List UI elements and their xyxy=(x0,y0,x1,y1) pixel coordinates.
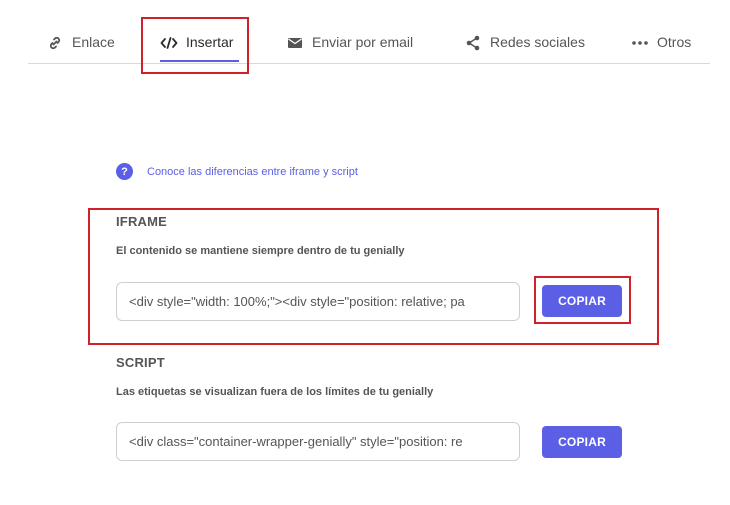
tab-enlace-label: Enlace xyxy=(72,34,115,50)
tab-redes-sociales[interactable]: Redes sociales xyxy=(464,34,585,60)
highlight-box-copy-button xyxy=(534,276,631,324)
more-dots-icon xyxy=(631,34,649,52)
script-title: SCRIPT xyxy=(116,355,165,370)
tab-otros-label: Otros xyxy=(657,34,692,50)
iframe-title: IFRAME xyxy=(116,214,168,229)
question-circle-icon: ? xyxy=(116,163,133,180)
email-icon xyxy=(286,34,304,52)
share-icon xyxy=(464,34,482,52)
tab-otros[interactable]: Otros xyxy=(631,34,691,60)
tab-redes-sociales-label: Redes sociales xyxy=(490,34,585,50)
script-description: Las etiquetas se visualizan fuera de los… xyxy=(116,386,434,398)
tab-enlace[interactable]: Enlace xyxy=(46,34,115,60)
share-tabs: Enlace Insertar Enviar por email Redes s… xyxy=(28,24,710,64)
iframe-code-field[interactable]: <div style="width: 100%;"><div style="po… xyxy=(116,282,520,321)
iframe-description: El contenido se mantiene siempre dentro … xyxy=(116,245,405,257)
highlight-box-tab xyxy=(141,17,249,74)
link-icon xyxy=(46,34,64,52)
tab-enviar-email[interactable]: Enviar por email xyxy=(286,34,413,60)
tab-enviar-email-label: Enviar por email xyxy=(312,34,414,50)
script-code-field[interactable]: <div class="container-wrapper-genially" … xyxy=(116,422,520,461)
script-copy-button[interactable]: COPIAR xyxy=(542,426,622,458)
iframe-vs-script-link[interactable]: Conoce las diferencias entre iframe y sc… xyxy=(147,166,358,178)
help-row: ? Conoce las diferencias entre iframe y … xyxy=(116,163,358,180)
